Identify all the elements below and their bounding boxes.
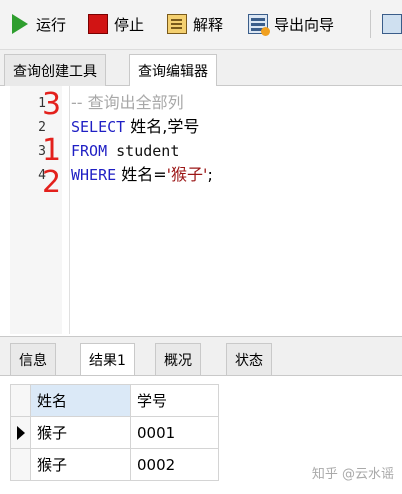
column-header-id[interactable]: 学号	[130, 384, 219, 417]
table-cell[interactable]: 猴子	[30, 448, 131, 481]
run-button[interactable]: 运行	[10, 9, 66, 39]
current-row-indicator	[10, 416, 31, 449]
current-row-arrow-icon	[17, 426, 25, 440]
code-line-comment: -- 查询出全部列	[71, 93, 184, 112]
run-label: 运行	[36, 15, 67, 34]
grid-header-row: 姓名 学号	[10, 384, 219, 417]
tab-label: 结果1	[89, 353, 126, 369]
tab-query-editor[interactable]: 查询编辑器	[129, 54, 217, 87]
sql-text: ;	[207, 165, 213, 184]
sql-text: 姓名=	[116, 165, 167, 184]
tab-result1[interactable]: 结果1	[80, 343, 135, 376]
watermark: 知乎 @云水谣	[311, 467, 394, 482]
tab-label: 概况	[164, 352, 192, 369]
annotation-number: 1	[42, 133, 62, 168]
sql-keyword: FROM	[71, 142, 108, 160]
table-icon	[382, 14, 402, 34]
sql-keyword: WHERE	[71, 166, 117, 184]
table-cell[interactable]: 0002	[130, 448, 219, 481]
stop-button[interactable]: 停止	[88, 9, 144, 39]
export-wizard-icon	[248, 14, 270, 36]
result-grid: 姓名 学号 猴子 0001 猴子 0002	[10, 384, 219, 481]
tab-query-builder[interactable]: 查询创建工具	[4, 54, 106, 86]
stop-icon	[88, 14, 108, 34]
code-line-select: SELECT 姓名,学号	[71, 115, 199, 139]
sql-text: student	[107, 142, 180, 160]
table-cell[interactable]: 猴子	[30, 416, 131, 449]
editor-tabbar: 查询创建工具 查询编辑器	[0, 50, 402, 87]
annotation-number: 2	[42, 165, 62, 200]
table-row[interactable]: 猴子 0002	[10, 448, 219, 481]
tab-label: 信息	[19, 352, 47, 369]
sql-keyword: SELECT	[71, 118, 126, 136]
tab-status[interactable]: 状态	[226, 343, 272, 375]
row-marker-header	[10, 384, 31, 417]
sql-text: 姓名,学号	[125, 117, 200, 136]
column-header-name[interactable]: 姓名	[30, 384, 131, 417]
stop-label: 停止	[114, 15, 145, 34]
export-wizard-label: 导出向导	[274, 15, 335, 34]
table-cell[interactable]: 0001	[130, 416, 219, 449]
explain-button[interactable]: 解释	[167, 9, 223, 39]
table-row[interactable]: 猴子 0001	[10, 416, 219, 449]
tab-label: 查询创建工具	[13, 63, 97, 80]
tab-label: 状态	[235, 352, 263, 369]
tab-label: 查询编辑器	[138, 64, 208, 80]
line-number-gutter: 1 2 3 4	[0, 86, 70, 334]
explain-icon	[167, 14, 187, 34]
sql-string: '猴子'	[166, 165, 208, 184]
explain-label: 解释	[193, 15, 224, 34]
tab-overview[interactable]: 概况	[155, 343, 201, 375]
play-icon	[12, 14, 28, 34]
annotation-number: 3	[42, 87, 62, 122]
code-line-from: FROM student	[71, 139, 179, 163]
row-marker	[10, 448, 31, 481]
toolbar: 运行 停止 解释 导出向导	[0, 0, 402, 50]
more-tools-button[interactable]	[382, 9, 402, 39]
tab-info[interactable]: 信息	[10, 343, 56, 375]
code-line-where: WHERE 姓名='猴子';	[71, 163, 213, 187]
export-wizard-button[interactable]: 导出向导	[248, 9, 334, 39]
sql-editor[interactable]: 1 2 3 4 -- 查询出全部列 SELECT 姓名,学号 FROM stud…	[0, 86, 402, 336]
toolbar-separator	[370, 10, 371, 38]
